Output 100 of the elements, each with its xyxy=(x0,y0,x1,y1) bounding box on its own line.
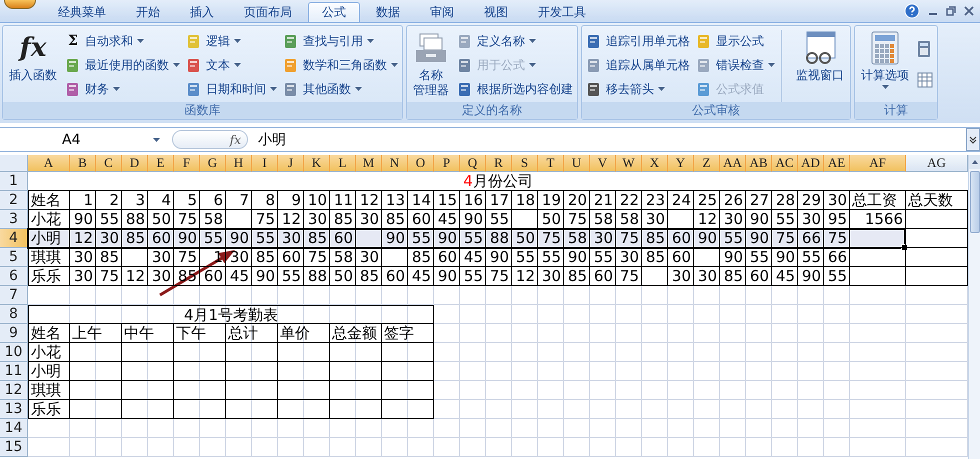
column-header[interactable]: P xyxy=(434,155,460,172)
column-header[interactable]: Z xyxy=(694,155,720,172)
row-header[interactable]: 8 xyxy=(0,305,28,324)
row-header[interactable]: 13 xyxy=(0,400,28,419)
row-header[interactable]: 5 xyxy=(0,248,28,267)
column-header[interactable]: S xyxy=(512,155,538,172)
ribbon-large-button[interactable]: 监视窗口 xyxy=(781,30,846,102)
column-header[interactable]: AG xyxy=(906,155,968,172)
row-header[interactable]: 14 xyxy=(0,419,28,438)
header-cell: 19 xyxy=(538,191,564,210)
ribbon-large-button[interactable]: 名称 管理器 xyxy=(411,30,451,102)
table-cell: 55 xyxy=(408,229,434,248)
column-header[interactable]: K xyxy=(304,155,330,172)
table-cell: 55 xyxy=(460,229,486,248)
column-header[interactable]: AC xyxy=(772,155,798,172)
column-header[interactable]: I xyxy=(252,155,278,172)
row-header[interactable]: 12 xyxy=(0,381,28,400)
formula-field[interactable]: 小明 xyxy=(258,130,966,148)
ribbon-button[interactable]: 日期和时间 xyxy=(186,78,277,100)
table-cell: 琪琪 xyxy=(28,248,70,267)
table-cell: 45 xyxy=(408,267,434,286)
ribbon-button[interactable]: 根据所选内容创建 xyxy=(457,78,573,100)
column-header[interactable]: M xyxy=(356,155,382,172)
table-cell: 小明 xyxy=(28,362,70,381)
column-header[interactable]: A xyxy=(28,155,70,172)
column-header[interactable]: J xyxy=(278,155,304,172)
column-header[interactable]: Y xyxy=(668,155,694,172)
ribbon-large-button[interactable]: fx 插入函数 xyxy=(7,30,59,102)
row-header[interactable]: 6 xyxy=(0,267,28,286)
column-header[interactable]: C xyxy=(96,155,122,172)
column-header[interactable]: V xyxy=(590,155,616,172)
column-header[interactable]: D xyxy=(122,155,148,172)
ribbon-button[interactable]: 移去箭头 xyxy=(586,78,690,100)
ribbon-button[interactable]: Σ 自动求和 xyxy=(65,30,180,52)
header-cell: 18 xyxy=(512,191,538,210)
ribbon-button[interactable]: 文本 xyxy=(186,54,277,76)
row-header[interactable]: 1 xyxy=(0,172,28,191)
column-header[interactable]: L xyxy=(330,155,356,172)
ribbon-tab[interactable]: 开始 xyxy=(122,2,174,22)
column-header[interactable]: G xyxy=(200,155,226,172)
ribbon-tab[interactable]: 经典菜单 xyxy=(44,2,120,22)
column-header[interactable]: E xyxy=(148,155,174,172)
ribbon-button[interactable]: 逻辑 xyxy=(186,30,277,52)
column-header[interactable]: T xyxy=(538,155,564,172)
table-cell: 30 xyxy=(70,248,96,267)
group-label: 公式审核 xyxy=(582,102,850,119)
ribbon-tab[interactable]: 视图 xyxy=(470,2,522,22)
ribbon-button[interactable]: 追踪引用单元格 xyxy=(586,30,690,52)
ribbon-button[interactable]: 其他函数 xyxy=(283,78,398,100)
column-header[interactable]: R xyxy=(486,155,512,172)
header-cell: 11 xyxy=(330,191,356,210)
column-header[interactable]: O xyxy=(408,155,434,172)
table-cell: 75 xyxy=(824,229,850,248)
row-header[interactable]: 4 xyxy=(0,229,28,248)
row-header[interactable]: 7 xyxy=(0,286,28,305)
ribbon-tab[interactable]: 插入 xyxy=(176,2,228,22)
table-cell: 85 xyxy=(304,229,330,248)
insert-function-button[interactable]: fx xyxy=(172,130,248,149)
row-header[interactable]: 3 xyxy=(0,210,28,229)
header-cell: 总工资 xyxy=(850,191,906,210)
ribbon-tab[interactable]: 公式 xyxy=(308,2,360,22)
column-header[interactable]: AE xyxy=(824,155,850,172)
ribbon-button[interactable]: 财务 xyxy=(65,78,180,100)
column-header[interactable]: W xyxy=(616,155,642,172)
column-header[interactable]: AD xyxy=(798,155,824,172)
column-header[interactable]: H xyxy=(226,155,252,172)
table-cell: 90 xyxy=(70,210,96,229)
column-header[interactable]: AA xyxy=(720,155,746,172)
name-box[interactable]: A4 xyxy=(0,132,160,148)
column-header[interactable]: AF xyxy=(850,155,906,172)
ribbon-button[interactable]: 定义名称 xyxy=(457,30,573,52)
table-cell: 90 xyxy=(382,229,408,248)
ribbon-button[interactable]: 显示公式 xyxy=(696,30,775,52)
row-header[interactable]: 2 xyxy=(0,191,28,210)
table-cell: 30 xyxy=(148,248,174,267)
column-header[interactable]: N xyxy=(382,155,408,172)
column-header[interactable]: U xyxy=(564,155,590,172)
row-header[interactable]: 9 xyxy=(0,324,28,343)
ribbon-button[interactable]: 数学和三角函数 xyxy=(283,54,398,76)
group-label: 函数库 xyxy=(3,102,402,119)
column-header[interactable]: B xyxy=(70,155,96,172)
ribbon-large-button[interactable]: 计算选项 xyxy=(859,30,911,102)
ribbon-tab[interactable]: 审阅 xyxy=(416,2,468,22)
table-cell: 50 xyxy=(148,210,174,229)
column-header[interactable]: AB xyxy=(746,155,772,172)
row-header[interactable]: 10 xyxy=(0,343,28,362)
ribbon-button[interactable]: 查找与引用 xyxy=(283,30,398,52)
column-header[interactable]: F xyxy=(174,155,200,172)
column-header[interactable]: X xyxy=(642,155,668,172)
table-cell: 85 xyxy=(122,229,148,248)
ribbon-tab[interactable]: 开发工具 xyxy=(524,2,600,22)
table-cell: 50 xyxy=(330,267,356,286)
row-header[interactable]: 11 xyxy=(0,362,28,381)
ribbon-tab[interactable]: 数据 xyxy=(362,2,414,22)
column-header[interactable]: Q xyxy=(460,155,486,172)
row-header[interactable]: 15 xyxy=(0,438,28,457)
ribbon-button[interactable]: 错误检查 xyxy=(696,54,775,76)
ribbon-button[interactable]: 追踪从属单元格 xyxy=(586,54,690,76)
ribbon-button[interactable]: 最近使用的函数 xyxy=(65,54,180,76)
ribbon-tab[interactable]: 页面布局 xyxy=(230,2,306,22)
